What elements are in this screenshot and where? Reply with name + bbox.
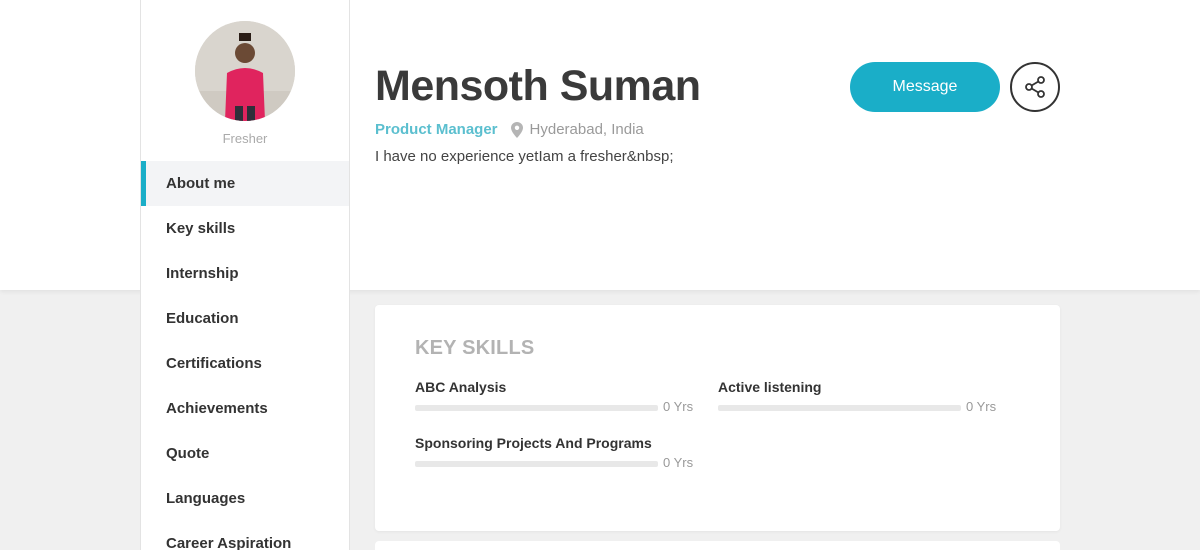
skill-name: Active listening — [718, 379, 822, 395]
sidebar-item-career-aspiration[interactable]: Career Aspiration — [141, 521, 349, 550]
message-button[interactable]: Message — [850, 62, 1000, 112]
share-icon — [1023, 75, 1047, 99]
skill-progress-bar — [718, 405, 961, 411]
next-section-card — [375, 541, 1060, 550]
skill-name: ABC Analysis — [415, 379, 507, 395]
skill-progress-bar — [415, 461, 658, 467]
profile-role: Product Manager — [375, 121, 498, 138]
sidebar-item-internship[interactable]: Internship — [141, 251, 349, 296]
experience-label: Fresher — [222, 131, 268, 146]
key-skills-title: KEY SKILLS — [415, 337, 535, 359]
skill-item: Active listening 0 Yrs — [718, 379, 998, 415]
skill-progress-bar — [415, 405, 658, 411]
skill-name: Sponsoring Projects And Programs — [415, 435, 652, 451]
sidebar-item-achievements[interactable]: Achievements — [141, 386, 349, 431]
share-button[interactable] — [1010, 62, 1060, 112]
sidebar-item-key-skills[interactable]: Key skills — [141, 206, 349, 251]
profile-location: Hyderabad, India — [529, 121, 644, 138]
skill-years: 0 Yrs — [966, 399, 997, 414]
about-text: I have no experience yetIam a fresher&nb… — [375, 148, 674, 165]
sidebar-item-quote[interactable]: Quote — [141, 431, 349, 476]
map-pin-icon — [510, 121, 523, 138]
profile-sidebar: Fresher About me Key skills Internship E… — [140, 0, 350, 550]
sidebar-item-about-me[interactable]: About me — [141, 161, 349, 206]
key-skills-card: KEY SKILLS ABC Analysis 0 Yrs Active lis… — [375, 305, 1060, 531]
sidebar-item-certifications[interactable]: Certifications — [141, 341, 349, 386]
sidebar-item-languages[interactable]: Languages — [141, 476, 349, 521]
skill-years: 0 Yrs — [663, 455, 694, 470]
skill-years: 0 Yrs — [663, 399, 694, 414]
avatar — [195, 21, 295, 121]
role-location-line: Product Manager Hyderabad, India — [375, 121, 644, 138]
skill-item: Sponsoring Projects And Programs 0 Yrs — [415, 435, 695, 471]
skill-item: ABC Analysis 0 Yrs — [415, 379, 695, 415]
sidebar-item-education[interactable]: Education — [141, 296, 349, 341]
profile-name: Mensoth Suman — [375, 62, 701, 110]
sidebar-nav: About me Key skills Internship Education… — [141, 161, 349, 550]
